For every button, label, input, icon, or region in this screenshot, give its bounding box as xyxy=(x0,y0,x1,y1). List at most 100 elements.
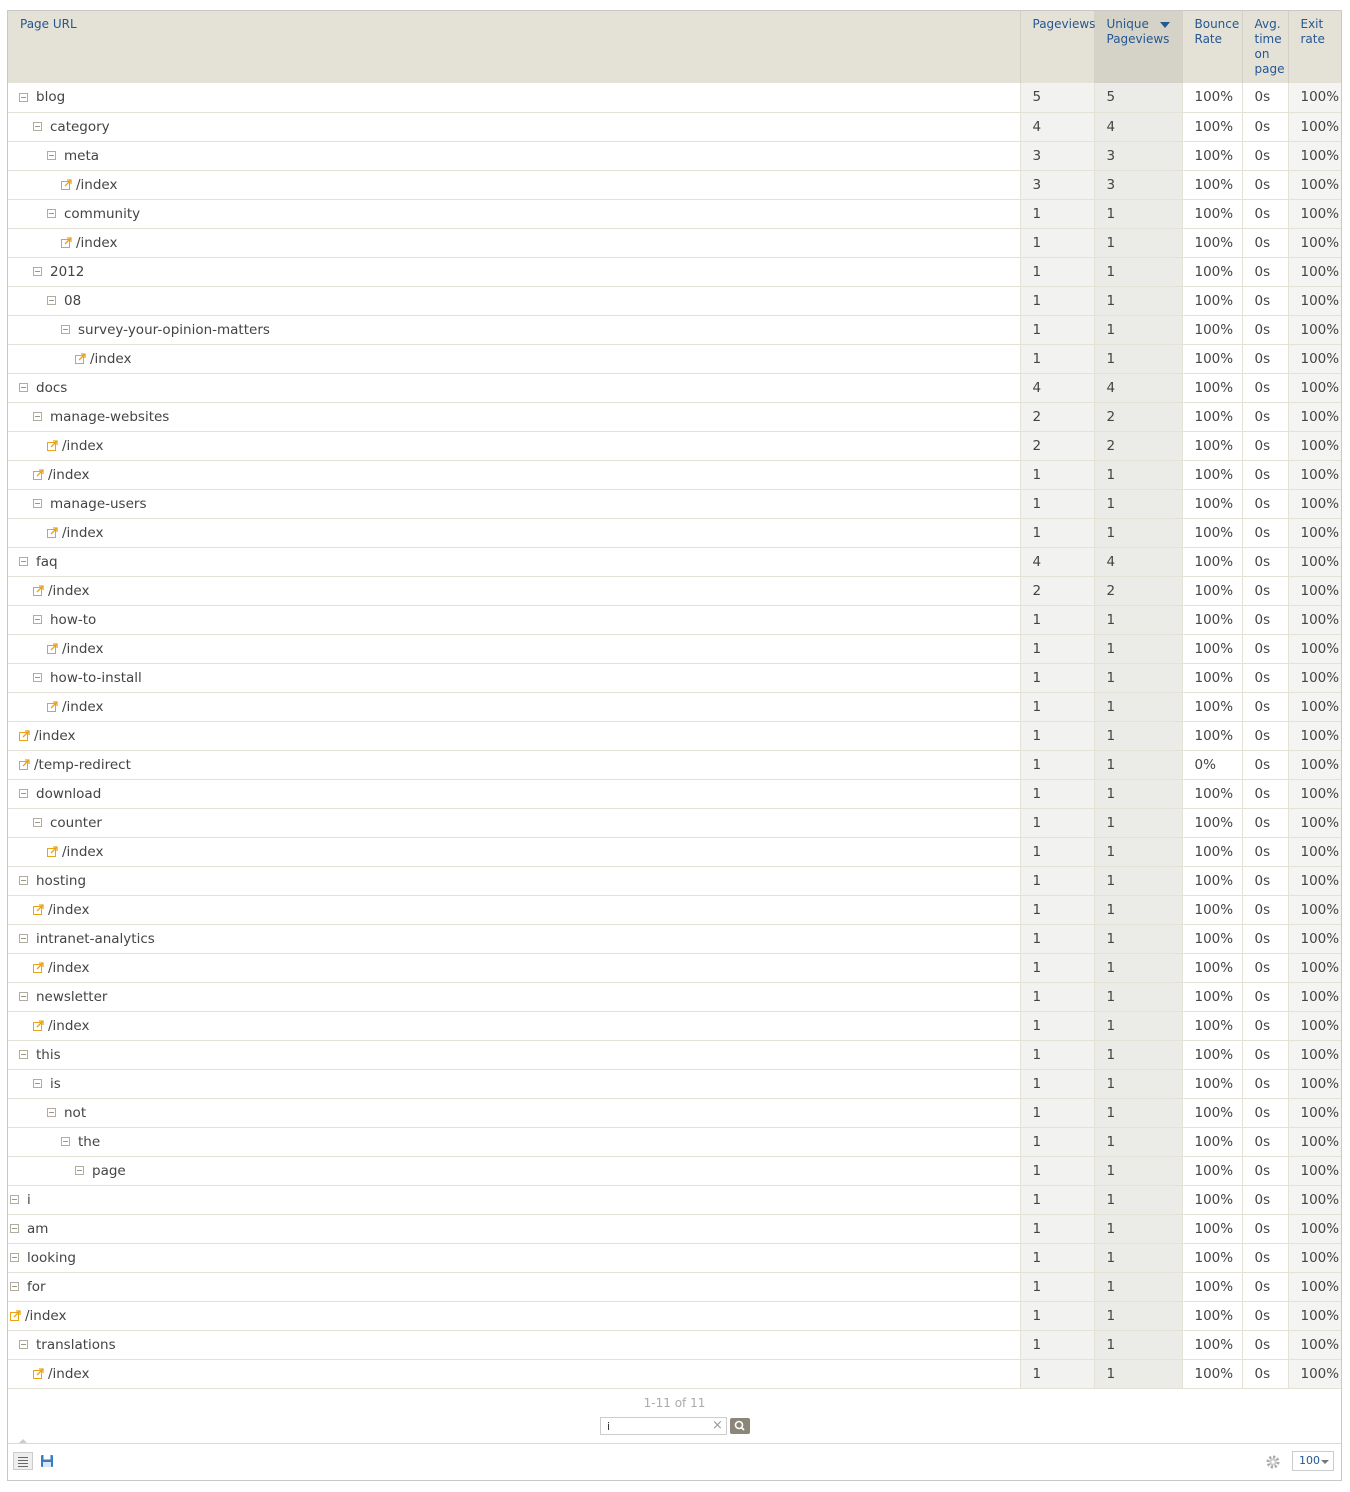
collapse-icon[interactable] xyxy=(19,934,28,943)
table-row[interactable]: /index 1 1 100% 0s 100% xyxy=(8,518,1341,548)
row-label-cell[interactable]: not xyxy=(8,1098,1020,1128)
collapse-icon[interactable] xyxy=(47,1108,56,1117)
row-label-cell[interactable]: faq xyxy=(8,547,1020,577)
collapse-icon[interactable] xyxy=(47,296,56,305)
table-row[interactable]: is 1 1 100% 0s 100% xyxy=(8,1069,1341,1099)
row-label-cell[interactable]: for xyxy=(8,1272,1020,1302)
collapse-icon[interactable] xyxy=(61,1137,70,1146)
row-label-cell[interactable]: /index xyxy=(8,634,1020,664)
row-label-cell[interactable]: /index xyxy=(8,721,1020,751)
row-label-cell[interactable]: /index xyxy=(8,170,1020,200)
table-row[interactable]: faq 4 4 100% 0s 100% xyxy=(8,547,1341,577)
table-row[interactable]: download 1 1 100% 0s 100% xyxy=(8,779,1341,809)
table-row[interactable]: /index 1 1 100% 0s 100% xyxy=(8,634,1341,664)
row-label-cell[interactable]: page xyxy=(8,1156,1020,1186)
row-label-cell[interactable]: is xyxy=(8,1069,1020,1099)
external-link-icon[interactable] xyxy=(33,1020,44,1031)
external-link-icon[interactable] xyxy=(19,730,30,741)
external-link-icon[interactable] xyxy=(75,353,86,364)
collapse-icon[interactable] xyxy=(47,209,56,218)
table-row[interactable]: /index 1 1 100% 0s 100% xyxy=(8,1301,1341,1331)
row-label-cell[interactable]: /index xyxy=(8,692,1020,722)
table-row[interactable]: for 1 1 100% 0s 100% xyxy=(8,1272,1341,1302)
collapse-icon[interactable] xyxy=(33,499,42,508)
table-row[interactable]: /index 1 1 100% 0s 100% xyxy=(8,460,1341,490)
table-row[interactable]: 2012 1 1 100% 0s 100% xyxy=(8,257,1341,287)
row-label-cell[interactable]: /index xyxy=(8,895,1020,925)
external-link-icon[interactable] xyxy=(47,643,58,654)
collapse-icon[interactable] xyxy=(19,876,28,885)
row-label-cell[interactable]: 08 xyxy=(8,286,1020,316)
table-view-button[interactable] xyxy=(13,1452,33,1470)
row-label-cell[interactable]: blog xyxy=(8,83,1020,113)
table-row[interactable]: translations 1 1 100% 0s 100% xyxy=(8,1330,1341,1360)
row-label-cell[interactable]: /index xyxy=(8,228,1020,258)
table-row[interactable]: i 1 1 100% 0s 100% xyxy=(8,1185,1341,1215)
table-row[interactable]: /index 1 1 100% 0s 100% xyxy=(8,692,1341,722)
collapse-icon[interactable] xyxy=(10,1195,19,1204)
table-row[interactable]: /index 1 1 100% 0s 100% xyxy=(8,344,1341,374)
limit-select[interactable]: 100 xyxy=(1292,1451,1334,1471)
row-label-cell[interactable]: /index xyxy=(8,576,1020,606)
collapse-icon[interactable] xyxy=(61,325,70,334)
row-label-cell[interactable]: manage-websites xyxy=(8,402,1020,432)
table-row[interactable]: 08 1 1 100% 0s 100% xyxy=(8,286,1341,316)
row-label-cell[interactable]: translations xyxy=(8,1330,1020,1360)
table-row[interactable]: the 1 1 100% 0s 100% xyxy=(8,1127,1341,1157)
collapse-icon[interactable] xyxy=(19,1050,28,1059)
table-row[interactable]: /index 1 1 100% 0s 100% xyxy=(8,895,1341,925)
table-row[interactable]: /temp-redirect 1 1 0% 0s 100% xyxy=(8,750,1341,780)
column-header-pageviews[interactable]: Pageviews xyxy=(1019,11,1095,83)
external-link-icon[interactable] xyxy=(33,469,44,480)
external-link-icon[interactable] xyxy=(47,440,58,451)
table-row[interactable]: /index 2 2 100% 0s 100% xyxy=(8,576,1341,606)
collapse-icon[interactable] xyxy=(10,1253,19,1262)
column-header-unique-pageviews[interactable]: Unique Pageviews xyxy=(1093,11,1182,83)
table-row[interactable]: survey-your-opinion-matters 1 1 100% 0s 100% xyxy=(8,315,1341,345)
row-label-cell[interactable]: /index xyxy=(8,431,1020,461)
row-label-cell[interactable]: how-to xyxy=(8,605,1020,635)
table-row[interactable]: /index 1 1 100% 0s 100% xyxy=(8,953,1341,983)
collapse-icon[interactable] xyxy=(19,992,28,1001)
table-row[interactable]: am 1 1 100% 0s 100% xyxy=(8,1214,1341,1244)
row-label-cell[interactable]: survey-your-opinion-matters xyxy=(8,315,1020,345)
collapse-icon[interactable] xyxy=(10,1282,19,1291)
search-input[interactable] xyxy=(600,1417,727,1435)
table-row[interactable]: meta 3 3 100% 0s 100% xyxy=(8,141,1341,171)
row-label-cell[interactable]: /index xyxy=(8,518,1020,548)
collapse-icon[interactable] xyxy=(33,412,42,421)
external-link-icon[interactable] xyxy=(33,1368,44,1379)
collapse-icon[interactable] xyxy=(19,92,28,102)
external-link-icon[interactable] xyxy=(61,179,72,190)
table-row[interactable]: /index 1 1 100% 0s 100% xyxy=(8,228,1341,258)
table-row[interactable]: /index 1 1 100% 0s 100% xyxy=(8,721,1341,751)
table-row[interactable]: manage-users 1 1 100% 0s 100% xyxy=(8,489,1341,519)
row-label-cell[interactable]: category xyxy=(8,112,1020,142)
table-row[interactable]: manage-websites 2 2 100% 0s 100% xyxy=(8,402,1341,432)
table-row[interactable]: /index 2 2 100% 0s 100% xyxy=(8,431,1341,461)
row-label-cell[interactable]: community xyxy=(8,199,1020,229)
table-row[interactable]: intranet-analytics 1 1 100% 0s 100% xyxy=(8,924,1341,954)
table-row[interactable]: hosting 1 1 100% 0s 100% xyxy=(8,866,1341,896)
collapse-icon[interactable] xyxy=(47,151,56,160)
row-label-cell[interactable]: 2012 xyxy=(8,257,1020,287)
row-label-cell[interactable]: /index xyxy=(8,953,1020,983)
row-label-cell[interactable]: this xyxy=(8,1040,1020,1070)
row-label-cell[interactable]: i xyxy=(8,1185,1020,1215)
row-label-cell[interactable]: counter xyxy=(8,808,1020,838)
row-label-cell[interactable]: /index xyxy=(8,344,1020,374)
external-link-icon[interactable] xyxy=(33,585,44,596)
row-label-cell[interactable]: intranet-analytics xyxy=(8,924,1020,954)
clear-search-icon[interactable]: × xyxy=(712,1418,723,1434)
collapse-icon[interactable] xyxy=(19,557,28,566)
row-label-cell[interactable]: newsletter xyxy=(8,982,1020,1012)
row-label-cell[interactable]: /index xyxy=(8,837,1020,867)
table-row[interactable]: page 1 1 100% 0s 100% xyxy=(8,1156,1341,1186)
table-row[interactable]: not 1 1 100% 0s 100% xyxy=(8,1098,1341,1128)
collapse-icon[interactable] xyxy=(33,673,42,682)
row-label-cell[interactable]: looking xyxy=(8,1243,1020,1273)
external-link-icon[interactable] xyxy=(47,846,58,857)
table-row[interactable]: category 4 4 100% 0s 100% xyxy=(8,112,1341,142)
column-header-exit-rate[interactable]: Exit rate xyxy=(1287,11,1341,83)
settings-button[interactable] xyxy=(1265,1454,1281,1474)
